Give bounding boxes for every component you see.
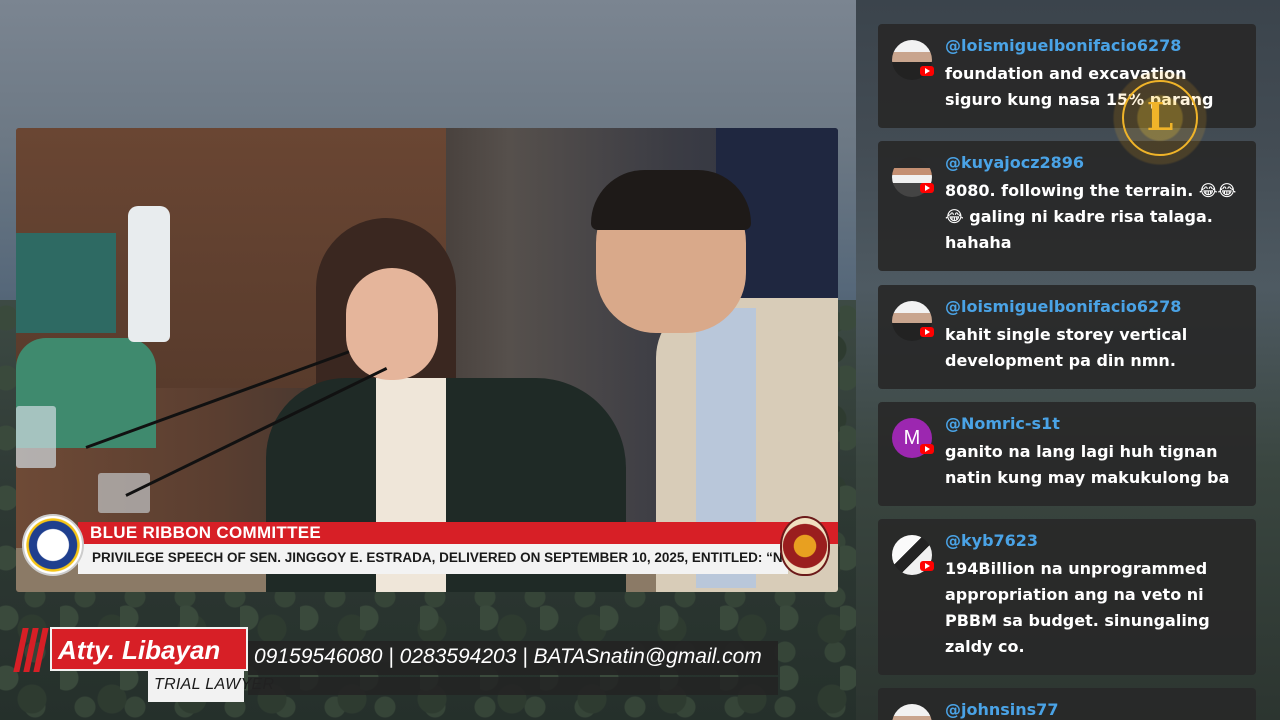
banner-subtitle: PRIVILEGE SPEECH OF SEN. JINGGOY E. ESTR… [92, 550, 788, 565]
chat-message[interactable]: M @Nomric-s1t ganito na lang lagi huh ti… [878, 402, 1256, 506]
senate-seal-icon [22, 514, 84, 576]
logo-letter: L [1146, 94, 1174, 139]
video-glass [16, 406, 56, 468]
youtube-icon [920, 561, 934, 571]
presenter-name: Atty. Libayan [58, 635, 221, 665]
youtube-icon [920, 444, 934, 454]
chat-username[interactable]: @loismiguelbonifacio6278 [945, 297, 1181, 316]
accent-stripes-icon [13, 628, 54, 672]
youtube-icon [920, 183, 934, 193]
video-monitor [16, 233, 116, 333]
video-man-hair [591, 170, 751, 230]
video-water-bottle [128, 206, 170, 342]
chat-message[interactable]: @johnsins77 [878, 688, 1256, 720]
presenter-title-box: TRIAL LAWYER [148, 670, 274, 702]
chat-username[interactable]: @kyb7623 [945, 531, 1038, 550]
banner-title-bar: BLUE RIBBON COMMITTEE [78, 522, 838, 544]
presenter-name-box: Atty. Libayan [50, 627, 248, 671]
chat-username[interactable]: @Nomric-s1t [945, 414, 1060, 433]
banner-title: BLUE RIBBON COMMITTEE [90, 523, 322, 542]
video-glass [98, 473, 150, 513]
youtube-icon [920, 327, 934, 337]
contact-info-box: 09159546080 | 0283594203 | BATASnatin@gm… [248, 641, 778, 675]
chat-message[interactable]: @loismiguelbonifacio6278 kahit single st… [878, 285, 1256, 389]
chat-message[interactable]: @kyb7623 194Billion na unprogrammed appr… [878, 519, 1256, 675]
youtube-icon [920, 66, 934, 76]
chat-text: kahit single storey vertical development… [945, 325, 1188, 370]
contact-info: 09159546080 | 0283594203 | BATASnatin@gm… [254, 645, 762, 668]
chat-text: 194Billion na unprogrammed appropriation… [945, 559, 1210, 656]
video-feed[interactable]: BLUE RIBBON COMMITTEE PRIVILEGE SPEECH O… [16, 128, 838, 592]
channel-logo: L [1090, 48, 1230, 188]
video-woman-face [346, 268, 438, 380]
banner-subtitle-bar: PRIVILEGE SPEECH OF SEN. JINGGOY E. ESTR… [78, 544, 788, 574]
chat-text: 8080. following the terrain. 😂😂😂 galing … [945, 181, 1237, 252]
chat-username[interactable]: @johnsins77 [945, 700, 1058, 719]
chat-text: ganito na lang lagi huh tignan natin kun… [945, 442, 1230, 487]
avatar [892, 704, 932, 720]
contact-underbar [248, 677, 778, 695]
committee-seal-icon [780, 516, 830, 576]
chat-username[interactable]: @kuyajocz2896 [945, 153, 1084, 172]
